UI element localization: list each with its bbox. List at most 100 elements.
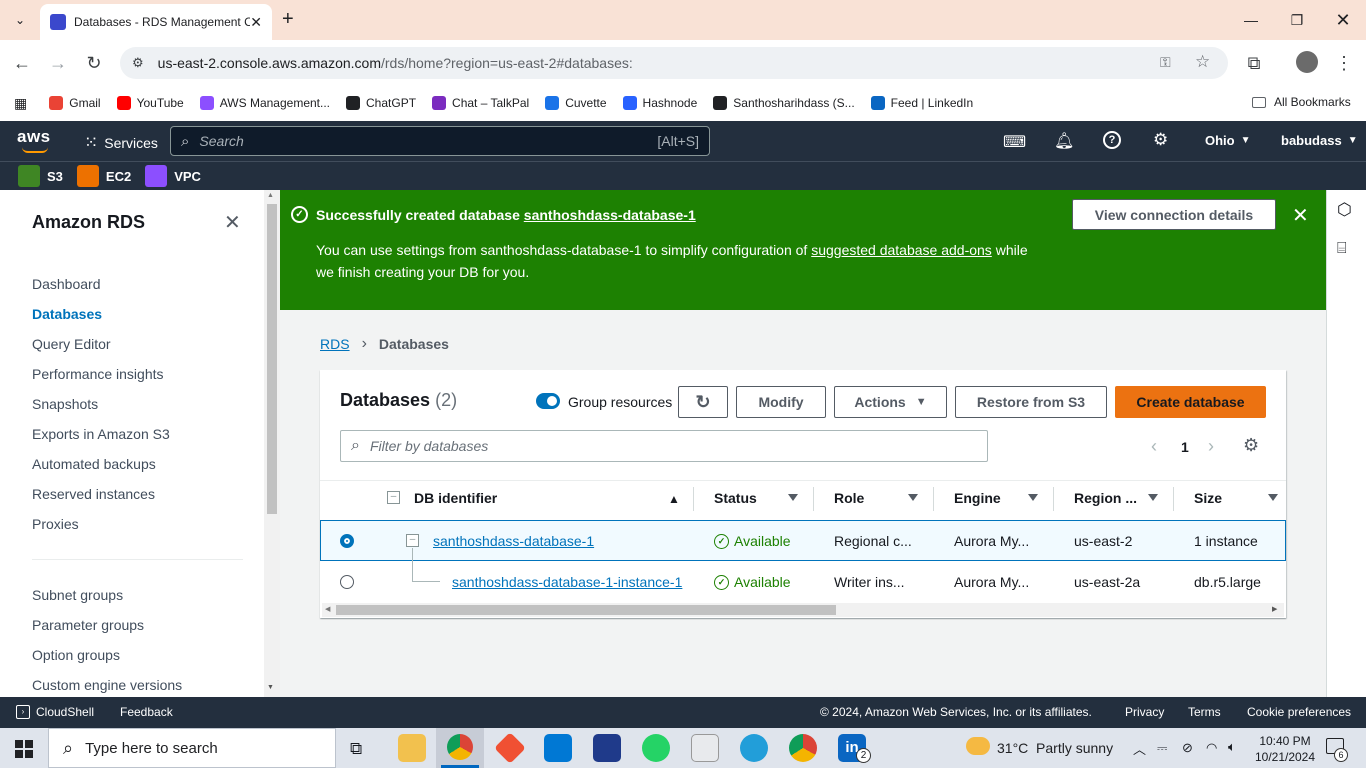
group-resources-toggle[interactable] bbox=[536, 393, 560, 409]
scroll-down-icon[interactable]: ▼ bbox=[267, 684, 274, 691]
extensions-icon[interactable]: ⧉ bbox=[1240, 49, 1268, 77]
profile-avatar[interactable] bbox=[1296, 51, 1318, 73]
sidebar-item-dashboard[interactable]: Dashboard bbox=[32, 276, 101, 292]
scroll-left-icon[interactable]: ◀ bbox=[325, 605, 330, 613]
next-page-icon[interactable]: › bbox=[1208, 436, 1214, 457]
bookmark-item[interactable]: Feed | LinkedIn bbox=[870, 96, 973, 110]
sidebar-item-automated-backups[interactable]: Automated backups bbox=[32, 456, 156, 472]
sort-ascending-icon[interactable]: ▲ bbox=[668, 492, 680, 506]
sidebar-item-parameter-groups[interactable]: Parameter groups bbox=[32, 617, 144, 633]
breadcrumb-rds[interactable]: RDS bbox=[320, 336, 350, 352]
forward-icon[interactable]: → bbox=[44, 49, 72, 77]
sort-caret-icon[interactable] bbox=[1028, 494, 1038, 501]
whatsapp-icon[interactable] bbox=[642, 734, 670, 762]
tab-close-icon[interactable]: ✕ bbox=[250, 14, 262, 31]
col-db-identifier[interactable]: DB identifier bbox=[414, 490, 497, 506]
task-view-icon[interactable]: ⧉ bbox=[350, 739, 362, 759]
show-hidden-icons-icon[interactable]: ︿ bbox=[1133, 739, 1146, 758]
row-radio[interactable] bbox=[340, 575, 354, 589]
actions-button[interactable]: Actions ▼ bbox=[834, 386, 947, 418]
sort-caret-icon[interactable] bbox=[1268, 494, 1278, 501]
scrollbar-thumb[interactable] bbox=[267, 204, 277, 514]
bookmark-item[interactable]: ChatGPT bbox=[346, 96, 416, 110]
bookmark-item[interactable]: YouTube bbox=[116, 96, 184, 110]
chrome-taskbar-active[interactable] bbox=[436, 728, 484, 768]
bookmark-item[interactable]: Cuvette bbox=[545, 96, 607, 110]
sidebar-item-snapshots[interactable]: Snapshots bbox=[32, 396, 98, 412]
instance-identifier-link[interactable]: santhoshdass-database-1-instance-1 bbox=[452, 574, 682, 590]
sidebar-item-custom-engine-versions[interactable]: Custom engine versions bbox=[32, 677, 182, 693]
bookmark-item[interactable]: Santhosharihdass (S... bbox=[713, 96, 855, 110]
browser-tab[interactable]: Databases - RDS Management C ✕ bbox=[40, 4, 272, 40]
collapse-all-icon[interactable]: – bbox=[387, 491, 400, 504]
volume-icon[interactable]: 🔈︎ bbox=[1228, 739, 1236, 755]
sidebar-item-exports-in-amazon-s3[interactable]: Exports in Amazon S3 bbox=[32, 426, 170, 442]
powershell-icon[interactable] bbox=[593, 734, 621, 762]
favorite-vpc[interactable]: VPC bbox=[145, 165, 201, 187]
sidebar-item-option-groups[interactable]: Option groups bbox=[32, 647, 120, 663]
col-region[interactable]: Region ... bbox=[1074, 490, 1137, 506]
favorite-ec2[interactable]: EC2 bbox=[76, 165, 131, 187]
aws-logo[interactable]: aws bbox=[17, 127, 51, 147]
col-status[interactable]: Status bbox=[714, 490, 757, 506]
favorite-s3[interactable]: S3 bbox=[18, 165, 63, 187]
wifi-off-icon[interactable]: ⊘ bbox=[1182, 740, 1193, 756]
clock[interactable]: 10:40 PM 10/21/2024 bbox=[1252, 733, 1318, 765]
prev-page-icon[interactable]: ‹ bbox=[1151, 436, 1157, 457]
sidebar-item-databases[interactable]: Databases bbox=[32, 306, 102, 322]
modify-button[interactable]: Modify bbox=[736, 386, 826, 418]
windows-start-icon[interactable] bbox=[15, 740, 33, 758]
chrome-menu-icon[interactable]: ⋮ bbox=[1330, 49, 1358, 77]
network-adapter-icon[interactable]: ⎓ bbox=[1157, 740, 1167, 756]
info-panel-icon[interactable]: ⬡ bbox=[1337, 200, 1352, 220]
terms-link[interactable]: Terms bbox=[1188, 705, 1221, 719]
settings-gear-icon[interactable]: ⚙ bbox=[1153, 130, 1168, 150]
chrome-icon[interactable] bbox=[789, 734, 817, 762]
table-horizontal-scrollbar[interactable]: ◀ ▶ bbox=[322, 603, 1284, 617]
close-window-button[interactable]: ✕ bbox=[1320, 0, 1366, 40]
sort-caret-icon[interactable] bbox=[788, 494, 798, 501]
create-database-button[interactable]: Create database bbox=[1115, 386, 1266, 418]
col-role[interactable]: Role bbox=[834, 490, 864, 506]
page-number[interactable]: 1 bbox=[1181, 439, 1189, 455]
scroll-right-icon[interactable]: ▶ bbox=[1272, 605, 1277, 613]
all-bookmarks[interactable]: All Bookmarks bbox=[1252, 95, 1351, 109]
sidebar-item-proxies[interactable]: Proxies bbox=[32, 516, 79, 532]
dismiss-flash-icon[interactable]: ✕ bbox=[1292, 203, 1309, 228]
notifications-bell-icon[interactable]: 🔔︎ bbox=[1054, 131, 1074, 151]
account-menu[interactable]: babudass ▼ bbox=[1281, 133, 1358, 148]
collapse-row-icon[interactable]: – bbox=[406, 534, 419, 547]
refresh-button[interactable]: ↻ bbox=[678, 386, 728, 418]
bookmark-item[interactable]: AWS Management... bbox=[199, 96, 330, 110]
weather-text[interactable]: 31°C Partly sunny bbox=[997, 740, 1113, 756]
apps-grid-icon[interactable]: ▦ bbox=[14, 95, 27, 112]
cloudshell-icon[interactable]: ⌨ bbox=[1003, 132, 1026, 152]
sidebar-item-query-editor[interactable]: Query Editor bbox=[32, 336, 111, 352]
sort-caret-icon[interactable] bbox=[1148, 494, 1158, 501]
addons-link[interactable]: suggested database add-ons bbox=[811, 242, 992, 258]
tutorial-panel-icon[interactable]: ⌸ bbox=[1337, 240, 1347, 258]
reload-icon[interactable]: ↻ bbox=[80, 49, 108, 77]
sidebar-scrollbar[interactable]: ▲ ▼ bbox=[264, 190, 280, 697]
scroll-up-icon[interactable]: ▲ bbox=[267, 192, 274, 199]
cookie-preferences-link[interactable]: Cookie preferences bbox=[1247, 705, 1351, 719]
scrollbar-thumb[interactable] bbox=[336, 605, 836, 615]
region-selector[interactable]: Ohio ▼ bbox=[1205, 133, 1251, 148]
aws-search-input[interactable]: ⌕ Search [Alt+S] bbox=[170, 126, 710, 156]
weather-sun-cloud-icon[interactable] bbox=[966, 737, 990, 755]
restore-button[interactable]: ❐ bbox=[1274, 0, 1320, 40]
wifi-icon[interactable]: ◠ bbox=[1206, 740, 1217, 756]
restore-from-s3-button[interactable]: Restore from S3 bbox=[955, 386, 1107, 418]
minimize-button[interactable]: — bbox=[1228, 0, 1274, 40]
flash-db-link[interactable]: santhoshdass-database-1 bbox=[524, 207, 696, 223]
file-explorer-icon[interactable] bbox=[398, 734, 426, 762]
bookmark-item[interactable]: Chat – TalkPal bbox=[432, 96, 529, 110]
row-radio-selected[interactable] bbox=[340, 534, 354, 548]
col-size[interactable]: Size bbox=[1194, 490, 1222, 506]
sidebar-item-subnet-groups[interactable]: Subnet groups bbox=[32, 587, 123, 603]
sidebar-item-performance-insights[interactable]: Performance insights bbox=[32, 366, 164, 382]
services-menu[interactable]: ⁙ Services bbox=[84, 133, 158, 153]
bookmark-item[interactable]: Hashnode bbox=[622, 96, 697, 110]
sidebar-item-reserved-instances[interactable]: Reserved instances bbox=[32, 486, 155, 502]
taskbar-search-input[interactable]: ⌕ Type here to search bbox=[48, 728, 336, 768]
